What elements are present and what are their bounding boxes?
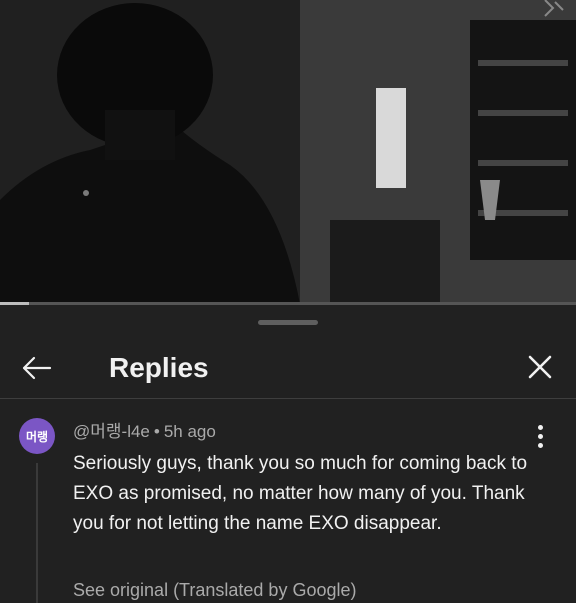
close-button[interactable] — [518, 345, 562, 389]
replies-sheet: Replies 머랭 @머랭-l4e • 5h ago Seriously guys… — [0, 305, 576, 603]
comment-menu-button[interactable] — [528, 421, 552, 451]
back-arrow-icon — [22, 356, 52, 380]
see-original-link[interactable]: See original (Translated by Google) — [73, 580, 356, 601]
page-title: Replies — [109, 352, 209, 383]
more-vert-icon-dot — [537, 433, 543, 439]
avatar-text: 머랭 — [25, 429, 49, 444]
back-button[interactable] — [14, 345, 60, 391]
header-divider — [0, 398, 576, 399]
more-vert-icon — [537, 424, 543, 430]
video-frame — [0, 0, 576, 304]
channel-logo-icon — [540, 0, 566, 18]
replies-header: Replies — [0, 329, 576, 401]
comment-author[interactable]: @머랭-l4e — [73, 422, 150, 441]
thread-line — [36, 463, 38, 603]
drag-handle[interactable] — [258, 320, 318, 325]
comment-item: 머랭 @머랭-l4e • 5h ago Seriously guys, thank … — [0, 413, 576, 603]
close-icon — [528, 355, 552, 379]
comment-time: 5h ago — [163, 422, 216, 441]
comment-text: Seriously guys, thank you so much for co… — [73, 453, 528, 534]
meta-separator: • — [153, 422, 160, 441]
more-vert-icon-dot — [537, 442, 543, 448]
video-player[interactable] — [0, 0, 576, 304]
comment-meta: @머랭-l4e • 5h ago — [73, 421, 216, 443]
avatar[interactable]: 머랭 — [19, 418, 55, 454]
